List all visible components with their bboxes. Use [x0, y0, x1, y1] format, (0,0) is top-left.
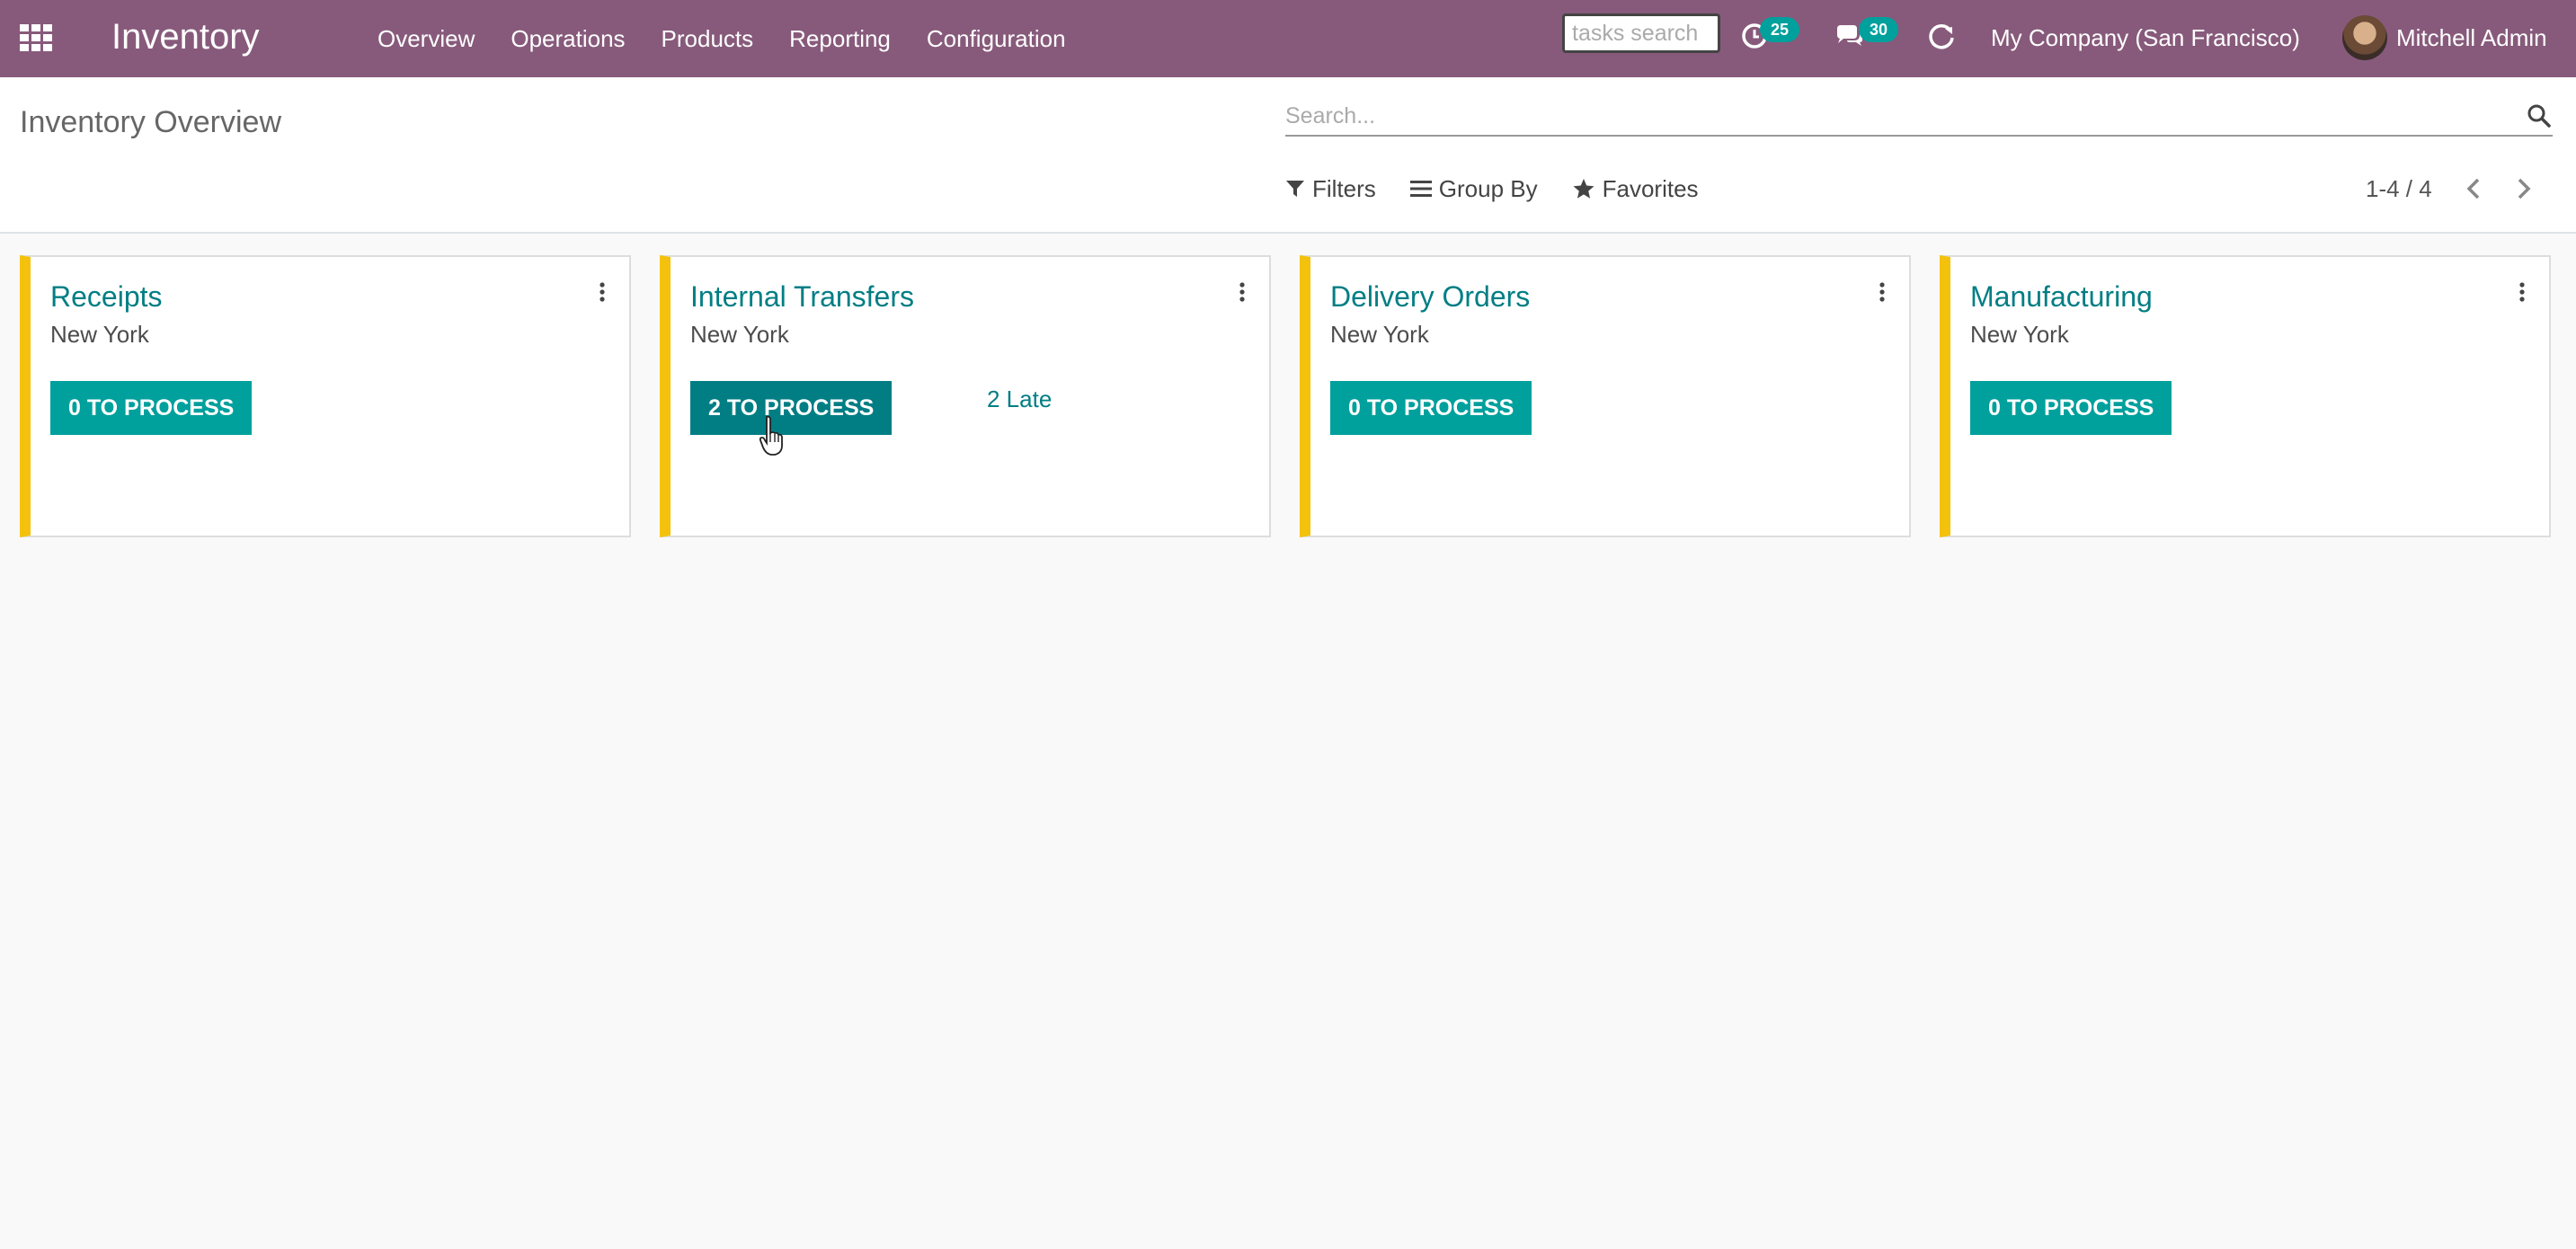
search-input[interactable]	[1285, 97, 2508, 135]
page-title: Inventory Overview	[20, 105, 281, 139]
card-title[interactable]: Receipts	[50, 277, 163, 316]
kebab-menu-icon[interactable]	[595, 279, 609, 307]
chevron-right-icon[interactable]	[2509, 174, 2536, 203]
card-subtitle: New York	[690, 321, 789, 348]
filter-icon	[1286, 181, 1304, 197]
kebab-menu-icon[interactable]	[1235, 279, 1249, 307]
search-icon[interactable]	[2526, 102, 2553, 129]
to-process-button[interactable]: 0 TO PROCESS	[1330, 381, 1532, 435]
search-options: Filters Group By Favorites	[1285, 171, 1733, 207]
card-title[interactable]: Internal Transfers	[690, 277, 914, 316]
favorites-label: Favorites	[1602, 174, 1699, 202]
card-title[interactable]: Delivery Orders	[1330, 277, 1530, 316]
activity-count-badge: 25	[1760, 17, 1799, 42]
group-by-label: Group By	[1438, 174, 1538, 202]
card-title[interactable]: Manufacturing	[1970, 277, 2153, 316]
app-name[interactable]: Inventory	[111, 14, 260, 59]
star-icon	[1573, 179, 1594, 199]
card-subtitle: New York	[50, 321, 149, 348]
control-panel: Inventory Overview Filters Group By	[0, 77, 2576, 234]
menu-overview[interactable]: Overview	[378, 25, 475, 53]
kebab-menu-icon[interactable]	[2515, 279, 2529, 307]
to-process-button[interactable]: 2 TO PROCESS	[690, 381, 893, 435]
filters-button[interactable]: Filters	[1285, 175, 1376, 203]
top-navbar: Inventory Overview Operations Products R…	[0, 0, 2576, 77]
filters-label: Filters	[1312, 174, 1376, 202]
search-bar	[1285, 97, 2553, 137]
favorites-button[interactable]: Favorites	[1572, 175, 1699, 203]
to-process-button[interactable]: 0 TO PROCESS	[1970, 381, 2172, 435]
group-by-button[interactable]: Group By	[1409, 174, 1538, 203]
menu-operations[interactable]: Operations	[511, 25, 625, 53]
kebab-menu-icon[interactable]	[1875, 279, 1889, 307]
card-subtitle: New York	[1970, 321, 2069, 348]
company-switcher[interactable]: My Company (San Francisco)	[1991, 22, 2300, 54]
menu-configuration[interactable]: Configuration	[927, 25, 1066, 53]
chevron-left-icon[interactable]	[2461, 174, 2488, 203]
kanban-card-internal-transfers: Internal Transfers New York 2 TO PROCESS…	[660, 255, 1271, 537]
kanban-card-receipts: Receipts New York 0 TO PROCESS	[20, 255, 631, 537]
menu-products[interactable]: Products	[662, 25, 754, 53]
user-avatar[interactable]	[2342, 15, 2387, 60]
main-menu: Overview Operations Products Reporting C…	[378, 0, 1102, 77]
user-menu[interactable]: Mitchell Admin	[2396, 22, 2547, 54]
tasks-search-input[interactable]	[1562, 13, 1720, 53]
menu-reporting[interactable]: Reporting	[789, 25, 891, 53]
late-link[interactable]: 2 Late	[987, 383, 1052, 415]
card-subtitle: New York	[1330, 321, 1429, 348]
messages-count-badge: 30	[1859, 17, 1898, 42]
hand-pointer-cursor-icon	[759, 415, 786, 456]
kanban-card-manufacturing: Manufacturing New York 0 TO PROCESS	[1940, 255, 2551, 537]
pager-value[interactable]: 1-4 / 4	[2366, 171, 2432, 207]
kanban-card-delivery-orders: Delivery Orders New York 0 TO PROCESS	[1300, 255, 1911, 537]
refresh-icon[interactable]	[1925, 20, 1958, 52]
group-by-icon	[1409, 181, 1432, 197]
apps-grid-icon[interactable]	[20, 24, 52, 51]
to-process-button[interactable]: 0 TO PROCESS	[50, 381, 253, 435]
